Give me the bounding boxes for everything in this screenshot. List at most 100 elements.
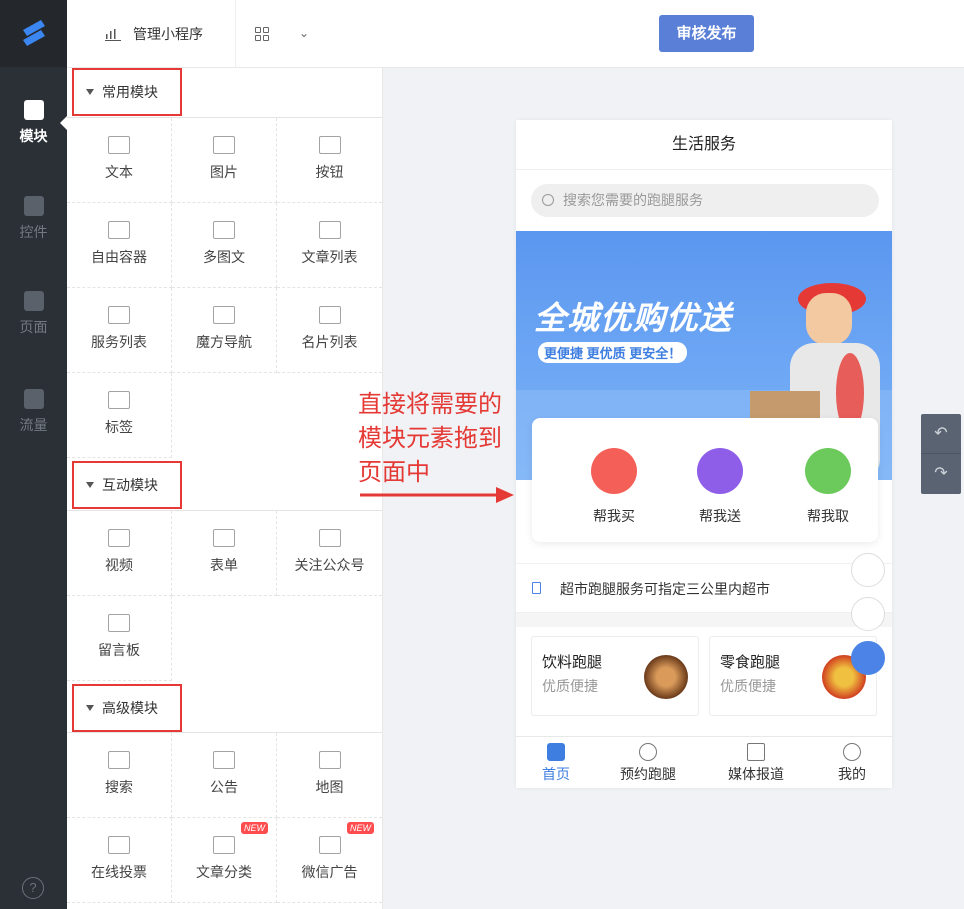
category-icon: [213, 836, 235, 854]
page-icon: [23, 291, 44, 311]
banner-subtitle: 更便捷 更优质 更安全！: [538, 342, 688, 363]
video-icon: [108, 529, 130, 547]
follow-account-icon: [318, 529, 341, 547]
preview-title: 生活服务: [516, 120, 892, 170]
app-title[interactable]: 管理小程序: [105, 24, 203, 44]
publish-button[interactable]: 审核发布: [659, 15, 754, 52]
speaker-icon: [213, 751, 235, 769]
drink-image: [644, 655, 688, 699]
nav-item-page[interactable]: 页面: [0, 291, 67, 337]
tab-mine[interactable]: 我的: [838, 743, 866, 784]
megaphone-icon: [23, 389, 44, 409]
module-tag[interactable]: 标签: [67, 373, 172, 458]
module-search[interactable]: 搜索: [67, 733, 172, 818]
tile-snacks[interactable]: 零食跑腿 优质便捷: [709, 636, 877, 716]
arrow-right-icon: [360, 487, 514, 503]
module-free-container[interactable]: 自由容器: [67, 203, 172, 288]
service-buy[interactable]: 帮我买: [579, 448, 649, 526]
card-list-icon: [318, 306, 341, 324]
map-pin-icon: [318, 751, 341, 769]
phone-preview: 生活服务 搜索您需要的跑腿服务 全城优购优送 更便捷 更优质 更安全！ 帮我买 …: [516, 120, 892, 788]
new-badge: NEW: [241, 822, 268, 834]
tab-booking[interactable]: 预约跑腿: [620, 743, 676, 784]
left-nav: 模块 控件 页面 流量 ?: [0, 0, 67, 909]
logo-icon: [22, 19, 45, 46]
service-fetch[interactable]: 帮我取: [793, 448, 863, 526]
module-card-list[interactable]: 名片列表: [277, 288, 382, 373]
article-list-icon: [318, 221, 341, 239]
service-list-icon: [108, 306, 130, 324]
top-bar: 管理小程序 ⌄ 审核发布: [67, 0, 964, 68]
help-icon[interactable]: ?: [22, 877, 44, 899]
module-magic-nav[interactable]: 魔方导航: [172, 288, 277, 373]
module-video[interactable]: 视频: [67, 511, 172, 596]
module-article-category[interactable]: NEW 文章分类: [172, 818, 277, 903]
section-advanced-modules[interactable]: 高级模块: [72, 684, 182, 732]
module-article-list[interactable]: 文章列表: [277, 203, 382, 288]
module-text[interactable]: 文本: [67, 118, 172, 203]
ad-icon: [318, 836, 341, 854]
module-wechat-ad[interactable]: NEW 微信广告: [277, 818, 382, 903]
cart-icon: [697, 448, 743, 494]
heart-icon: [805, 448, 851, 494]
module-service-list[interactable]: 服务列表: [67, 288, 172, 373]
undo-icon[interactable]: ↶: [921, 414, 961, 454]
module-panel: 常用模块 文本 图片 按钮 自由容器 多图文 文章列表 服务列表 魔方导航 名片…: [67, 68, 383, 909]
share-icon[interactable]: [851, 553, 885, 587]
document-icon: [747, 743, 765, 761]
module-form[interactable]: 表单: [172, 511, 277, 596]
nav-item-traffic[interactable]: 流量: [0, 389, 67, 435]
vote-icon: [108, 836, 130, 854]
brand-float-icon[interactable]: [851, 641, 885, 675]
topbar-divider: [235, 0, 236, 68]
notice-bar[interactable]: 超市跑腿服务可指定三公里内超市: [516, 563, 892, 613]
tile-drinks[interactable]: 饮料跑腿 优质便捷: [531, 636, 699, 716]
service-cards: 帮我买 帮我送 帮我取: [532, 418, 878, 542]
button-icon: [318, 136, 341, 154]
tab-home[interactable]: 首页: [542, 743, 570, 784]
user-icon: [843, 743, 861, 761]
spacer: [516, 613, 892, 627]
form-icon: [213, 529, 235, 547]
module-button[interactable]: 按钮: [277, 118, 382, 203]
tab-bar: 首页 预约跑腿 媒体报道 我的: [516, 736, 892, 788]
service-send[interactable]: 帮我送: [685, 448, 755, 526]
new-badge: NEW: [347, 822, 374, 834]
speaker-icon: [532, 582, 541, 594]
banner-title: 全城优购优送: [534, 300, 733, 336]
widget-icon: [23, 196, 44, 216]
clock-icon: [639, 743, 657, 761]
tab-media[interactable]: 媒体报道: [728, 743, 784, 784]
module-notice[interactable]: 公告: [172, 733, 277, 818]
module-icon: [23, 100, 44, 120]
multi-article-icon: [213, 221, 235, 239]
stats-icon: [105, 29, 121, 41]
chevron-down-icon[interactable]: ⌄: [299, 26, 309, 40]
search-icon: [108, 751, 130, 769]
section-common-modules[interactable]: 常用模块: [72, 68, 182, 116]
magic-nav-icon: [213, 306, 235, 324]
container-icon: [108, 221, 130, 239]
module-map[interactable]: 地图: [277, 733, 382, 818]
text-icon: [108, 136, 130, 154]
message-board-icon: [108, 614, 130, 632]
module-multi-article[interactable]: 多图文: [172, 203, 277, 288]
section-interactive-modules[interactable]: 互动模块: [72, 461, 182, 509]
redo-icon[interactable]: ↷: [921, 454, 961, 494]
history-controls: ↶ ↷: [921, 414, 961, 494]
nav-item-module[interactable]: 模块: [0, 100, 67, 146]
module-image[interactable]: 图片: [172, 118, 277, 203]
app-logo[interactable]: [0, 0, 67, 67]
module-message-board[interactable]: 留言板: [67, 596, 172, 681]
module-follow-account[interactable]: 关注公众号: [277, 511, 382, 596]
tag-icon: [108, 391, 130, 409]
grid-icon[interactable]: [255, 27, 269, 41]
drag-hint-annotation: 直接将需要的 模块元素拖到 页面中: [358, 390, 502, 486]
basket-icon: [591, 448, 637, 494]
nav-item-widget[interactable]: 控件: [0, 196, 67, 242]
home-icon: [547, 743, 565, 761]
preview-search-input[interactable]: 搜索您需要的跑腿服务: [531, 184, 879, 217]
module-online-vote[interactable]: 在线投票: [67, 818, 172, 903]
image-icon: [213, 136, 235, 154]
phone-icon[interactable]: [851, 597, 885, 631]
